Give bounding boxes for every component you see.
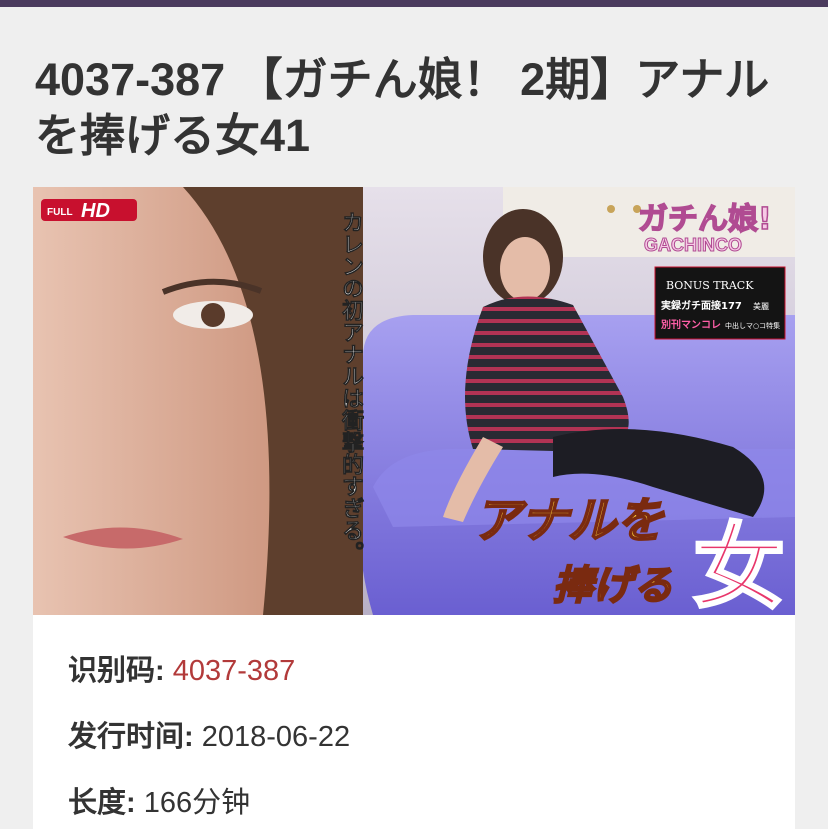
closeup-iris [201, 303, 225, 327]
page-title: 4037-387 【ガチん娘！ 2期】アナルを捧げる女41 [35, 54, 770, 161]
cabinet-knob [607, 205, 615, 213]
hd-label: HD [81, 200, 110, 222]
headline-line-2: 捧げる [553, 563, 673, 609]
headline-big: 女 [693, 514, 785, 615]
length-row: 长度: 166分钟 [68, 785, 250, 821]
date-value: 2018-06-22 [201, 721, 351, 753]
vertical-tagline: カレンの初アナルは衝撃的すぎる。 [338, 211, 365, 563]
bonus-line-2-tag: 中出しマ○コ特集 [725, 321, 780, 330]
length-value: 166分钟 [143, 787, 251, 819]
bonus-line-1-tag: 美麗 [753, 301, 769, 311]
id-row: 识别码: 4037-387 [68, 653, 295, 689]
logo-jp: ガチん娘! [638, 202, 772, 237]
logo-en: GACHINCO [644, 235, 742, 255]
date-label: 发行时间: [68, 721, 194, 753]
cover-image[interactable]: FULL HD ガチん娘! GACHINCO BONUS TRACK 実録ガチ面… [33, 187, 795, 615]
date-row: 发行时间: 2018-06-22 [68, 719, 350, 755]
id-label: 识别码: [68, 655, 165, 687]
bonus-title: BONUS TRACK [666, 279, 754, 292]
bonus-line-1: 実録ガチ面接177 [661, 299, 742, 312]
details-card: 识别码: 4037-387 发行时间: 2018-06-22 长度: 166分钟 [33, 615, 795, 829]
bonus-line-2: 別刊マンコレ [660, 318, 721, 331]
top-bar [0, 0, 828, 7]
headline-line-1: アナルを [473, 493, 665, 549]
full-label: FULL [47, 207, 73, 218]
length-label: 长度: [68, 787, 136, 819]
id-value[interactable]: 4037-387 [173, 655, 296, 687]
cover-art: FULL HD ガチん娘! GACHINCO BONUS TRACK 実録ガチ面… [33, 187, 795, 615]
face [500, 237, 550, 301]
